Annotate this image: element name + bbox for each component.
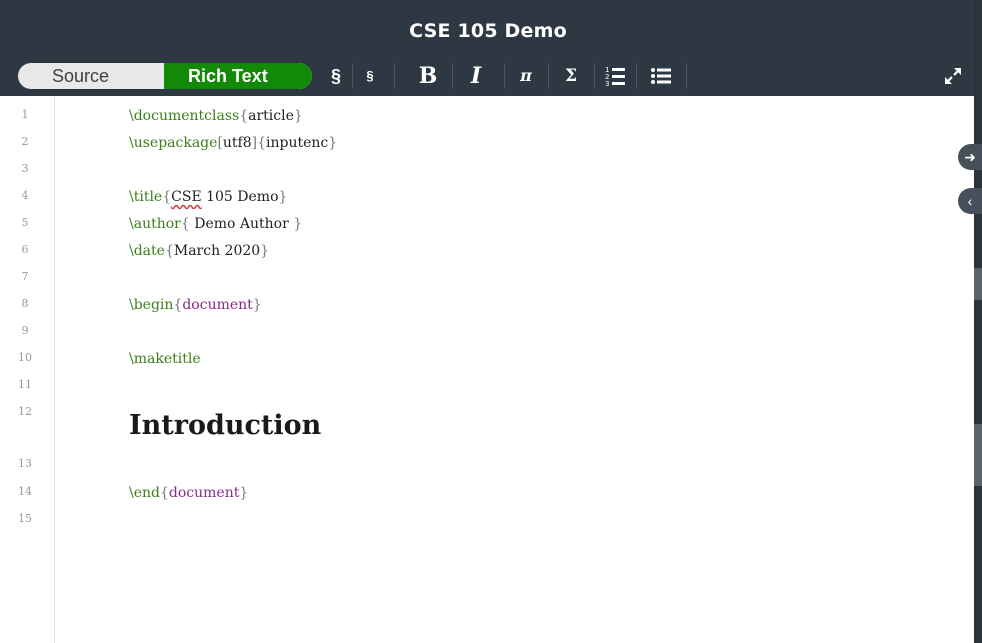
line-number: 2 [21,135,29,148]
line-number: 15 [18,512,32,525]
code-line[interactable]: \title{CSE 105 Demo} [129,189,287,205]
line-number: 9 [21,324,29,337]
numbered-list-icon: 1 2 3 [605,66,625,88]
line-number: 10 [18,351,32,364]
bullet-list-icon [651,68,671,84]
brace: } [293,216,303,232]
numbered-list-button[interactable]: 1 2 3 [602,63,628,89]
code-line[interactable]: \documentclass{article} [129,108,303,124]
line-number: 8 [21,297,29,310]
panel-divider[interactable] [974,0,982,643]
inline-math-button[interactable]: π [512,63,540,89]
line-number: 7 [21,270,29,283]
bullet-list-button[interactable] [648,63,674,89]
brace: } [260,243,270,259]
brace: } [293,108,303,124]
arrow-right-icon: ➜ [964,149,976,165]
document-title: CSE 105 Demo [409,20,567,42]
section-button[interactable]: § [322,63,350,89]
brace: } [252,297,262,313]
toolbar-divider [636,63,637,89]
code-line[interactable]: \author{ Demo Author } [129,216,302,232]
brace: } [328,135,338,151]
latex-command: \maketitle [129,351,201,367]
brace: } [278,189,288,205]
display-math-button[interactable]: Σ [558,63,584,89]
next-panel-button[interactable]: ➜ [958,144,982,170]
toolbar-divider [352,63,353,89]
command-argument: article [248,108,294,124]
spellcheck-word[interactable]: CSE [171,189,202,205]
code-line[interactable]: \date{March 2020} [129,243,269,259]
code-line[interactable]: \maketitle [129,351,201,367]
toolbar-divider [686,63,687,89]
command-option: utf8 [222,135,252,151]
command-argument: Demo Author [189,216,294,232]
line-number: 12 [18,405,32,418]
brace: { [239,108,249,124]
section-heading[interactable]: Introduction [129,410,321,441]
brace: { [162,189,172,205]
code-line[interactable]: \end{document} [129,485,248,501]
chevron-left-icon: ‹ [967,193,973,209]
brace: { [180,216,190,232]
bracket: ]{ [251,135,267,151]
expand-icon [945,68,961,84]
rich-text-mode-button[interactable]: Rich Text [164,63,312,89]
environment-name: document [182,297,253,313]
brace: { [159,485,169,501]
editor-pane[interactable] [0,96,974,643]
latex-command: \date [129,243,165,259]
svg-text:3: 3 [605,80,609,87]
line-number: 14 [18,485,32,498]
code-line[interactable]: \usepackage[utf8]{inputenc} [129,135,337,151]
editor-mode-toggle[interactable]: Source Rich Text [18,63,312,89]
line-number: 3 [21,162,29,175]
latex-command: \author [129,216,181,232]
previous-panel-button[interactable]: ‹ [958,188,982,214]
latex-command: \usepackage [129,135,218,151]
line-number-gutter [0,96,55,643]
toolbar-divider [548,63,549,89]
brace: { [173,297,183,313]
brace: { [164,243,174,259]
command-argument: 105 Demo [201,189,279,205]
italic-button[interactable]: I [462,63,490,89]
toolbar-divider [394,63,395,89]
line-number: 5 [21,216,29,229]
line-number: 4 [21,189,29,202]
latex-command: \title [129,189,163,205]
line-number: 13 [18,457,32,470]
source-mode-button[interactable]: Source [32,63,172,89]
toolbar-divider [504,63,505,89]
line-number: 11 [18,378,32,391]
line-number: 6 [21,243,29,256]
latex-command: \documentclass [129,108,240,124]
toolbar-divider [452,63,453,89]
environment-name: document [168,485,240,501]
latex-command: \end [129,485,160,501]
title-bar: CSE 105 Demo [0,0,976,56]
mode-toggle-track: Source Rich Text [18,63,312,89]
command-argument: inputenc [266,135,329,151]
bold-button[interactable]: B [414,63,442,89]
subsection-button[interactable]: § [358,63,382,89]
expand-button[interactable] [940,63,966,89]
brace: } [239,485,249,501]
resize-handle[interactable] [974,424,982,486]
toolbar-divider [594,63,595,89]
command-argument: March 2020 [173,243,261,259]
code-line[interactable]: \begin{document} [129,297,262,313]
latex-command: \begin [129,297,174,313]
line-number: 1 [21,108,29,121]
resize-handle[interactable] [974,268,982,300]
